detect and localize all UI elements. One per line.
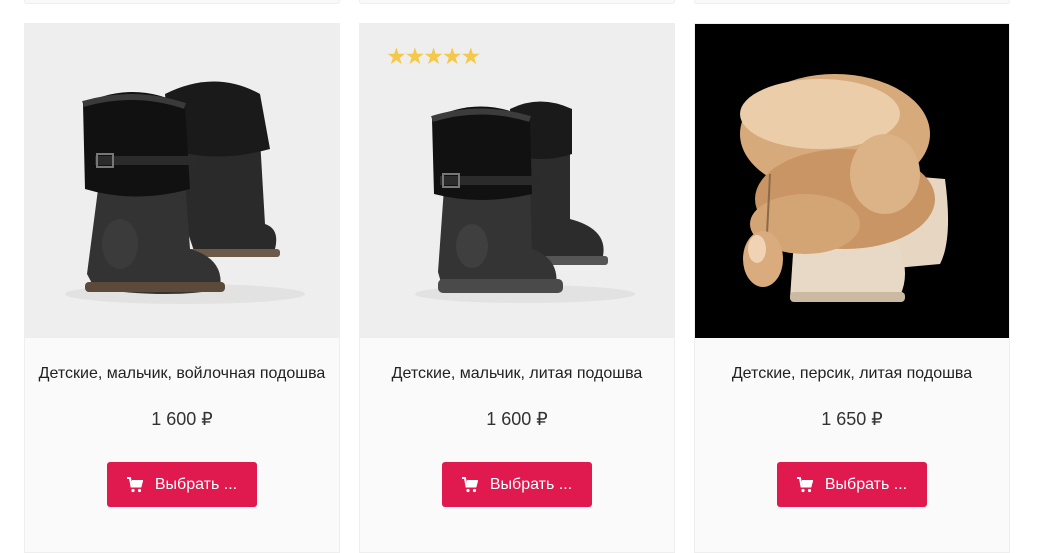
previous-row-card-edge	[24, 0, 340, 4]
rating-stars: ★★★★★	[386, 44, 481, 70]
product-price: 1 600 ₽	[151, 409, 213, 429]
previous-row-card-edge	[359, 0, 675, 4]
product-price: 1 650 ₽	[821, 409, 883, 429]
button-label: Выбрать ...	[489, 475, 573, 493]
button-label: Выбрать ...	[824, 475, 908, 493]
product-card: Детские, мальчик, войлочная подошва 1 60…	[24, 23, 340, 553]
peach-fur-boots-image	[695, 24, 1009, 338]
cart-icon	[126, 476, 143, 493]
product-title[interactable]: Детские, мальчик, литая подошва	[360, 365, 674, 383]
product-card: ★★★★★ Детские, мальчик, литая подошва 1 …	[359, 23, 675, 553]
cart-icon	[461, 476, 478, 493]
black-fur-boots-image	[25, 24, 339, 338]
product-image[interactable]	[25, 24, 339, 338]
product-price: 1 600 ₽	[486, 409, 548, 429]
product-card: Детские, персик, литая подошва 1 650 ₽ В…	[694, 23, 1010, 553]
product-image[interactable]: ★★★★★	[360, 24, 674, 338]
black-fur-boots-molded-sole-image	[360, 24, 674, 338]
cart-icon	[796, 476, 813, 493]
product-title[interactable]: Детские, персик, литая подошва	[695, 365, 1009, 383]
previous-row-card-edge	[694, 0, 1010, 4]
product-title[interactable]: Детские, мальчик, войлочная подошва	[25, 365, 339, 383]
select-options-button[interactable]: Выбрать ...	[777, 462, 927, 507]
select-options-button[interactable]: Выбрать ...	[107, 462, 257, 507]
product-image[interactable]	[695, 24, 1009, 338]
button-label: Выбрать ...	[154, 475, 238, 493]
select-options-button[interactable]: Выбрать ...	[442, 462, 592, 507]
